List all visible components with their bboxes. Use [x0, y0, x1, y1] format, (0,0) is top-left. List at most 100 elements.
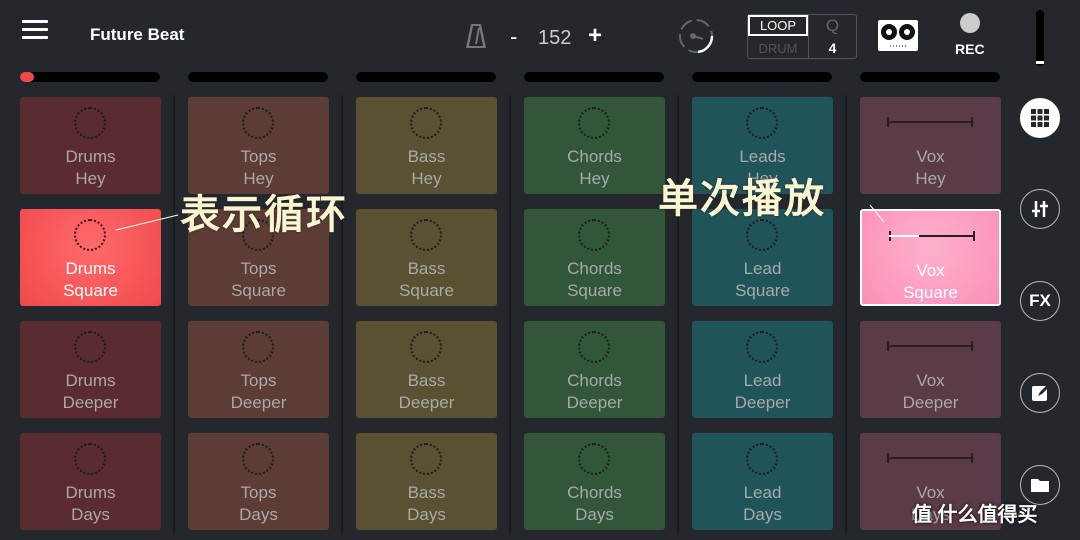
pad-chords-hey[interactable]: Chords Hey: [524, 97, 665, 194]
column-divider: [845, 95, 847, 535]
pad-label: Lead: [743, 371, 782, 390]
loop-icon: [242, 331, 274, 363]
pad-lead-days[interactable]: Lead Days: [692, 433, 833, 530]
pad-drums-days[interactable]: Drums Days: [20, 433, 161, 530]
pad-tops-deeper[interactable]: Tops Deeper: [188, 321, 329, 418]
pad-sublabel: Square: [231, 281, 286, 300]
pad-sublabel: Deeper: [230, 393, 287, 412]
pad-sublabel: Hey: [411, 169, 442, 188]
pad-label: Vox: [916, 147, 945, 166]
bpm-value: 152: [538, 27, 572, 49]
pad-sublabel: Days: [407, 505, 446, 524]
track-progress-tops: [188, 72, 328, 82]
loop-mode-button[interactable]: LOOP: [748, 15, 808, 36]
menu-button[interactable]: [22, 20, 48, 40]
master-volume-slider[interactable]: [1036, 10, 1044, 66]
pad-vox-hey[interactable]: Vox Hey: [860, 97, 1001, 194]
pad-bass-deeper[interactable]: Bass Deeper: [356, 321, 497, 418]
track-progress-fill: [20, 72, 34, 82]
pad-label: Chords: [567, 371, 622, 390]
record-button[interactable]: [960, 13, 980, 33]
pad-sublabel: Deeper: [566, 393, 623, 412]
oneshot-icon: [887, 341, 973, 351]
pad-label: Bass: [407, 259, 446, 278]
pad-sublabel: Days: [239, 505, 278, 524]
column-divider: [677, 95, 679, 535]
loop-icon: [746, 107, 778, 139]
fx-button[interactable]: FX: [1020, 281, 1060, 321]
pad-drums-square[interactable]: Drums Square: [20, 209, 161, 306]
pad-vox-square[interactable]: Vox Square: [860, 209, 1001, 306]
column-divider: [173, 95, 175, 535]
loop-icon: [410, 107, 442, 139]
edit-icon: [1032, 385, 1049, 401]
folder-icon: [1031, 479, 1049, 492]
pad-label: Drums: [65, 259, 116, 278]
pad-lead-deeper[interactable]: Lead Deeper: [692, 321, 833, 418]
pad-sublabel: Square: [735, 281, 790, 300]
loop-icon: [74, 219, 106, 251]
annotation-oneshot: 单次播放: [658, 177, 826, 221]
pad-chords-deeper[interactable]: Chords Deeper: [524, 321, 665, 418]
pad-label: Chords: [567, 259, 622, 278]
pad-label: Bass: [407, 147, 446, 166]
pad-drums-hey[interactable]: Drums Hey: [20, 97, 161, 194]
record-label: REC: [955, 41, 985, 57]
pad-bass-days[interactable]: Bass Days: [356, 433, 497, 530]
pad-tops-days[interactable]: Tops Days: [188, 433, 329, 530]
pad-bass-square[interactable]: Bass Square: [356, 209, 497, 306]
loop-icon: [74, 443, 106, 475]
pad-label: Tops: [240, 259, 277, 278]
pad-tops-hey[interactable]: Tops Hey: [188, 97, 329, 194]
loop-icon: [746, 443, 778, 475]
pad-sublabel: Days: [743, 505, 782, 524]
pad-sublabel: Square: [903, 283, 958, 302]
pad-bass-hey[interactable]: Bass Hey: [356, 97, 497, 194]
oneshot-icon: [887, 453, 973, 463]
track-progress-leads: [692, 72, 832, 82]
quantize-value[interactable]: 4: [808, 40, 857, 56]
timer-dial-icon[interactable]: [676, 16, 716, 56]
pad-chords-square[interactable]: Chords Square: [524, 209, 665, 306]
pad-label: Drums: [65, 371, 116, 390]
pad-label: Chords: [567, 147, 622, 166]
pad-label: Chords: [567, 483, 622, 502]
loop-icon: [578, 443, 610, 475]
pad-drums-deeper[interactable]: Drums Deeper: [20, 321, 161, 418]
loop-icon: [242, 107, 274, 139]
pad-label: Bass: [407, 371, 446, 390]
oneshot-icon: [887, 117, 973, 127]
pad-label: Tops: [240, 483, 277, 502]
edit-button[interactable]: [1020, 373, 1060, 413]
column-divider: [509, 95, 511, 535]
metronome-icon[interactable]: [464, 22, 488, 50]
tape-recorder-icon[interactable]: [878, 20, 918, 51]
loop-icon: [578, 107, 610, 139]
pad-chords-days[interactable]: Chords Days: [524, 433, 665, 530]
pad-label: Bass: [407, 483, 446, 502]
track-progress-chords: [524, 72, 664, 82]
oneshot-icon: [889, 231, 975, 241]
drum-mode-button[interactable]: DRUM: [748, 38, 808, 59]
sliders-icon: [1032, 201, 1048, 217]
loop-icon: [746, 331, 778, 363]
pad-sublabel: Deeper: [62, 393, 119, 412]
bpm-decrease-button[interactable]: -: [510, 24, 517, 50]
pads-view-button[interactable]: [1020, 98, 1060, 138]
column-divider: [341, 95, 343, 535]
bpm-increase-button[interactable]: +: [588, 22, 602, 50]
mixer-button[interactable]: [1020, 189, 1060, 229]
loop-icon: [410, 219, 442, 251]
pad-vox-deeper[interactable]: Vox Deeper: [860, 321, 1001, 418]
pad-sublabel: Square: [567, 281, 622, 300]
watermark: 值 什么值得买: [912, 504, 1038, 526]
loop-icon: [74, 107, 106, 139]
annotation-loop: 表示循环: [180, 193, 348, 237]
pad-label: Leads: [739, 147, 786, 166]
pad-label: Drums: [65, 483, 116, 502]
pad-sublabel: Deeper: [902, 393, 959, 412]
track-progress-bass: [356, 72, 496, 82]
track-progress-drums: [20, 72, 160, 82]
pad-sublabel: Square: [63, 281, 118, 300]
loop-icon: [578, 219, 610, 251]
